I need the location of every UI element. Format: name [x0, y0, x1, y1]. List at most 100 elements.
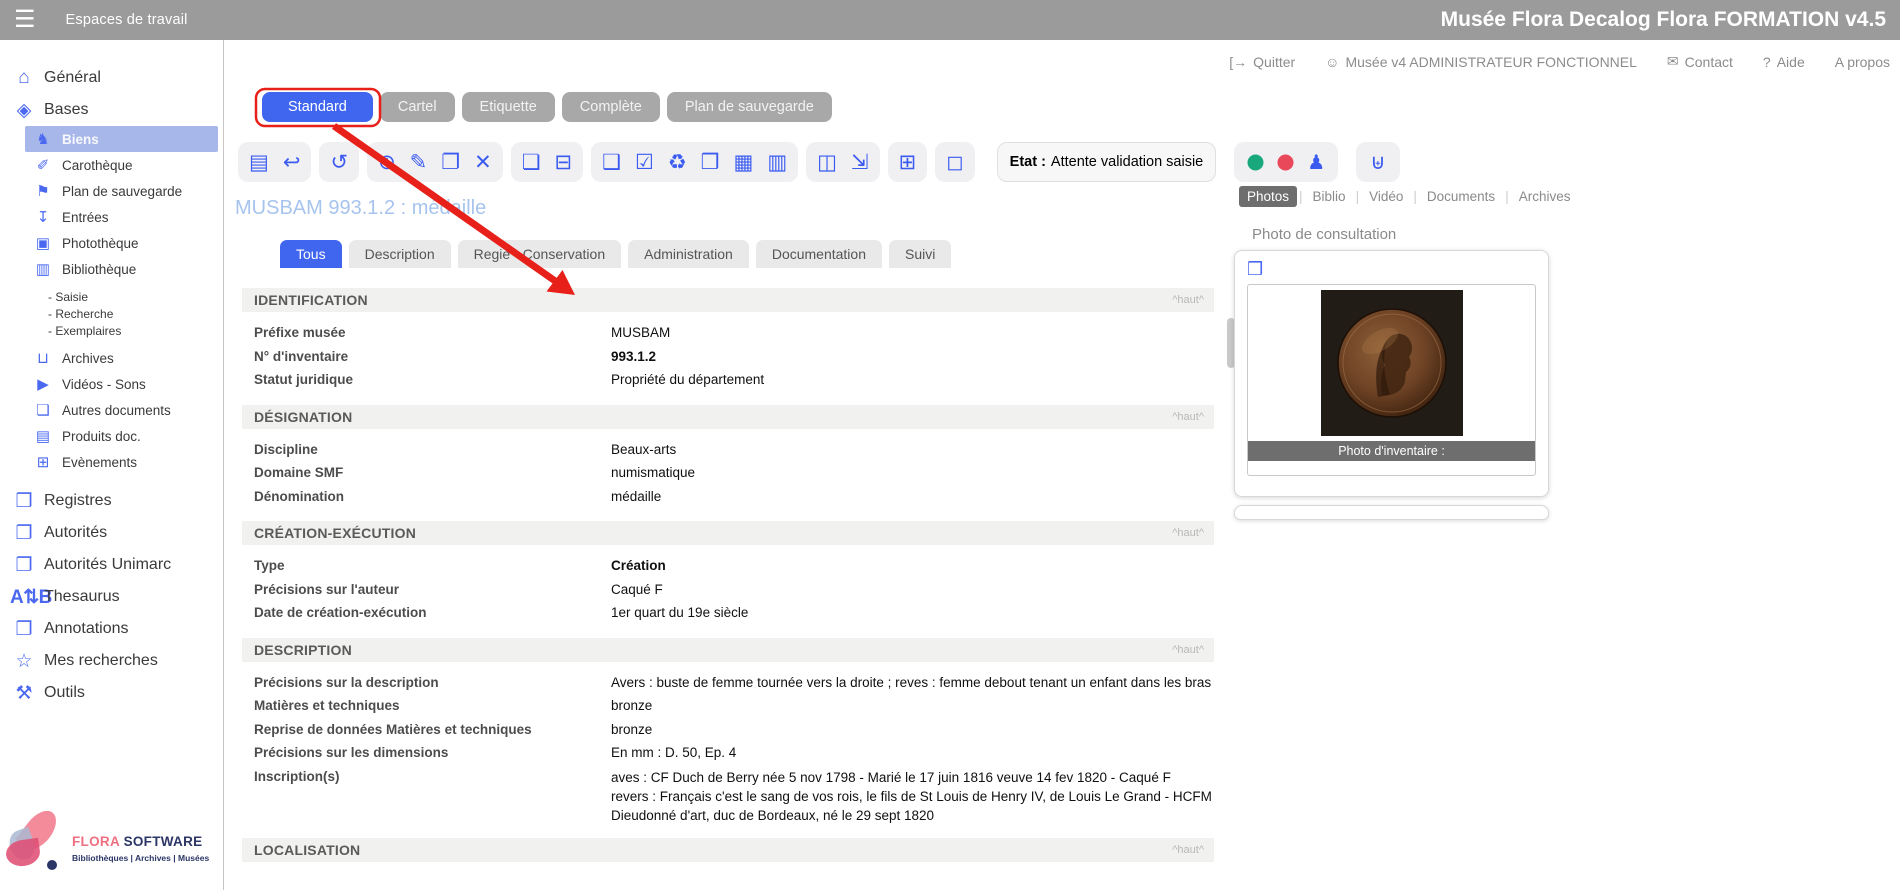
sidebar-item-autorites[interactable]: ❐ Autorités — [0, 517, 223, 549]
tab-video[interactable]: Vidéo — [1361, 186, 1411, 207]
validate-green-dot[interactable] — [1247, 154, 1264, 171]
export-file-icon[interactable]: ❏ — [522, 152, 541, 173]
tab-administration[interactable]: Administration — [628, 240, 749, 268]
form-edit-icon[interactable]: ☑ — [635, 152, 654, 173]
sidebar-item-saisie[interactable]: - Saisie — [0, 288, 223, 305]
sidebar-item-autorites-unimarc[interactable]: ❐ Autorités Unimarc — [0, 549, 223, 581]
sidebar-item-label: Bases — [44, 101, 88, 119]
copy-icon[interactable]: ❐ — [441, 152, 460, 173]
sidebar-item-biens[interactable]: ♞ Biens — [25, 126, 218, 152]
quit-button[interactable]: [→ Quitter — [1229, 54, 1295, 70]
sidebar-item-produits-doc[interactable]: ▤ Produits doc. — [25, 423, 218, 449]
history-icon[interactable]: ↺ — [330, 152, 348, 173]
top-link[interactable]: ^haut^ — [1172, 294, 1204, 306]
sidebar-item-bases[interactable]: ◈ Bases — [0, 94, 223, 126]
registers-icon: ❒ — [10, 490, 38, 513]
sidebar-item-phototheque[interactable]: ▣ Photothèque — [25, 230, 218, 256]
field-row: Domaine SMF numismatique — [242, 461, 1214, 485]
sidebar-item-bibliotheque[interactable]: ▥ Bibliothèque — [25, 256, 218, 282]
note-icon[interactable]: ◻ — [946, 152, 963, 173]
video-file-icon: ▶ — [32, 375, 54, 393]
sidebar-item-autres-documents[interactable]: ❏ Autres documents — [25, 397, 218, 423]
undo-icon[interactable]: ↩ — [283, 152, 301, 173]
field-label: Domaine SMF — [254, 461, 611, 485]
field-value: MUSBAM — [611, 321, 1214, 345]
tab-regie-conservation[interactable]: Regie - Conservation — [458, 240, 622, 268]
sidebar-item-outils[interactable]: ⚒ Outils — [0, 677, 223, 709]
section-designation: DÉSIGNATION ^haut^ Discipline Beaux-arts… — [242, 405, 1214, 509]
help-button[interactable]: ? Aide — [1763, 54, 1805, 70]
id-card-icon[interactable]: ▥ — [767, 152, 787, 173]
home-icon: ⌂ — [10, 67, 38, 89]
sidebar-item-entrees[interactable]: ↧ Entrées — [25, 204, 218, 230]
tab-standard[interactable]: Standard — [262, 92, 373, 122]
top-link[interactable]: ^haut^ — [1172, 844, 1204, 856]
secondary-card[interactable] — [1234, 505, 1549, 520]
print-icon[interactable]: ⊟ — [555, 152, 573, 173]
tab-plan-de-sauvegarde[interactable]: Plan de sauvegarde — [667, 92, 832, 122]
sidebar-item-plan-de-sauvegarde[interactable]: ⚑ Plan de sauvegarde — [25, 178, 218, 204]
edit-icon[interactable]: ✎ — [410, 152, 428, 173]
record-detail: IDENTIFICATION ^haut^ Préfixe musée MUSB… — [242, 288, 1214, 875]
search-results-icon[interactable]: ▤ — [249, 152, 269, 173]
medal-image — [1332, 303, 1452, 423]
field-label: Précisions sur l'auteur — [254, 578, 611, 602]
sidebar-item-videos-sons[interactable]: ▶ Vidéos - Sons — [25, 371, 218, 397]
trolley-icon[interactable]: ⇲ — [851, 152, 869, 173]
sidebar-item-carotheque[interactable]: ✐ Carothèque — [25, 152, 218, 178]
sidebar-item-archives[interactable]: ⊔ Archives — [25, 345, 218, 371]
folder-image-icon[interactable]: ❒ — [701, 152, 720, 173]
tab-biblio[interactable]: Biblio — [1305, 186, 1354, 207]
field-value: 993.1.2 — [611, 345, 1214, 369]
about-button[interactable]: A propos — [1835, 54, 1890, 70]
toolbox-icon[interactable]: ◫ — [817, 152, 837, 173]
tab-documentation[interactable]: Documentation — [756, 240, 882, 268]
sidebar-item-thesaurus[interactable]: A⇅B Thesaurus — [0, 581, 223, 613]
hamburger-menu-icon[interactable]: ☰ — [14, 8, 36, 32]
basket-group: ⊎ — [1356, 142, 1399, 182]
sidebar-item-label: Autorités Unimarc — [44, 556, 171, 574]
sidebar: ⌂ Général ◈ Bases ♞ Biens ✐ Carothèque ⚑… — [0, 40, 224, 890]
sidebar-item-recherche[interactable]: - Recherche — [0, 305, 223, 322]
photo-frame: Photo d'inventaire : — [1247, 284, 1536, 476]
tab-documents[interactable]: Documents — [1419, 186, 1503, 207]
tab-photos[interactable]: Photos — [1239, 186, 1297, 207]
stamp-icon[interactable]: ♟ — [1307, 150, 1325, 175]
folder-image-icon[interactable]: ❒ — [1247, 259, 1263, 279]
sidebar-item-label: Outils — [44, 684, 85, 702]
basket-icon[interactable]: ⊎ — [1370, 152, 1385, 173]
sidebar-item-evenements[interactable]: ⊞ Evènements — [25, 449, 218, 475]
sidebar-item-registres[interactable]: ❒ Registres — [0, 485, 223, 517]
sidebar-item-mes-recherches[interactable]: ☆ Mes recherches — [0, 645, 223, 677]
tab-suivi[interactable]: Suivi — [889, 240, 951, 268]
package-icon[interactable]: ♻ — [668, 152, 687, 173]
sidebar-item-annotations[interactable]: ❐ Annotations — [0, 613, 223, 645]
delete-icon[interactable]: ✕ — [474, 152, 492, 173]
top-link[interactable]: ^haut^ — [1172, 411, 1204, 423]
tab-description[interactable]: Description — [349, 240, 451, 268]
top-link[interactable]: ^haut^ — [1172, 644, 1204, 656]
tab-complete[interactable]: Complète — [562, 92, 660, 122]
tab-etiquette[interactable]: Etiquette — [462, 92, 555, 122]
medal-photo[interactable] — [1321, 290, 1463, 436]
contact-button[interactable]: ✉ Contact — [1667, 53, 1733, 70]
top-link[interactable]: ^haut^ — [1172, 527, 1204, 539]
attach-file-icon[interactable]: ❑ — [602, 152, 621, 173]
tab-tous[interactable]: Tous — [280, 240, 342, 268]
add-icon[interactable]: ⊕ — [378, 152, 396, 173]
workspace-label[interactable]: Espaces de travail — [66, 12, 188, 28]
field-value: En mm : D. 50, Ep. 4 — [611, 741, 1214, 765]
tab-archives[interactable]: Archives — [1511, 186, 1579, 207]
tab-separator: | — [1503, 189, 1511, 204]
reject-red-dot[interactable] — [1277, 154, 1294, 171]
sidebar-item-general[interactable]: ⌂ Général — [0, 62, 223, 94]
flora-software-logo: FLORA SOFTWARE Bibliothèques | Archives … — [0, 764, 224, 874]
tab-cartel[interactable]: Cartel — [380, 92, 455, 122]
sidebar-item-label: Entrées — [62, 210, 109, 225]
calendar-add-icon[interactable]: ⊞ — [899, 152, 917, 173]
calculator-icon[interactable]: ▦ — [733, 152, 753, 173]
user-menu[interactable]: ☺ Musée v4 ADMINISTRATEUR FONCTIONNEL — [1325, 54, 1637, 70]
sidebar-item-exemplaires[interactable]: - Exemplaires — [0, 322, 223, 339]
field-label: N° d'inventaire — [254, 345, 611, 369]
validation-controls: ♟ — [1234, 142, 1338, 182]
